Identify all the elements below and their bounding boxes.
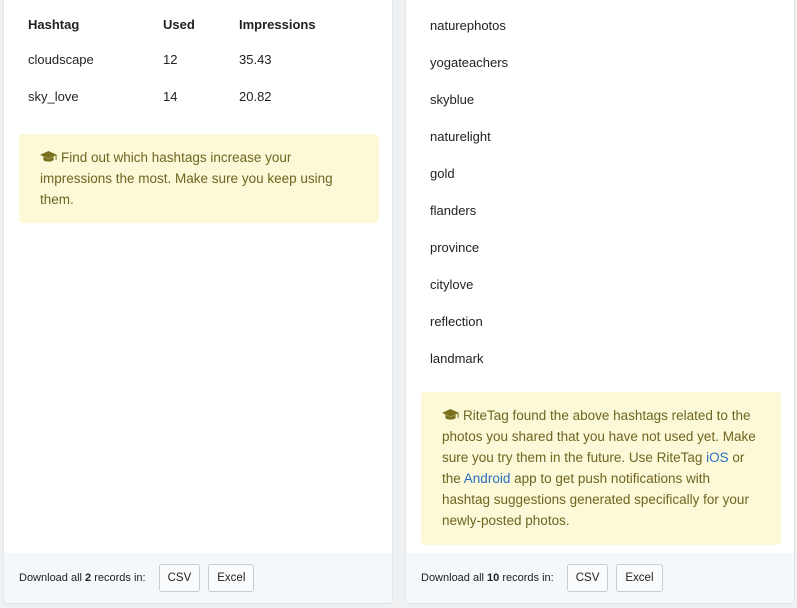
list-item: landmark [430,351,484,366]
cell-used: 14 [163,89,178,104]
cell-hashtag: cloudscape [28,52,94,67]
list-item: province [430,240,480,255]
list-item: naturelight [430,129,491,144]
cell-used: 12 [163,52,178,67]
download-suffix: records in: [502,572,554,584]
column-header-hashtag[interactable]: Hashtag [20,8,155,41]
list-item: naturephotos [430,18,506,33]
download-records-label: Download all 10 records in: [421,572,554,584]
csv-download-button[interactable]: CSV [566,564,609,592]
table-row: cloudscape 12 35.43 [20,41,341,78]
ios-app-link[interactable]: iOS [706,450,729,465]
list-item: flanders [430,203,477,218]
used-hashtags-panel: Hashtag Used Impressions cloudscape 12 3… [3,0,393,604]
list-item: yogateachers [430,55,509,70]
download-prefix: Download all [421,572,484,584]
list-item: reflection [430,314,483,329]
cell-impressions: 35.43 [239,52,272,67]
download-suffix: records in: [94,572,146,584]
cell-impressions: 20.82 [239,89,272,104]
record-count: 2 [85,572,92,584]
impressions-tip: Find out which hashtags increase your im… [19,134,379,223]
graduation-cap-icon [442,409,459,420]
left-download-footer: Download all 2 records in: CSV Excel [4,553,392,603]
record-count: 10 [487,572,500,584]
column-header-used[interactable]: Used [155,8,231,41]
right-download-footer: Download all 10 records in: CSV Excel [406,553,794,603]
csv-download-button[interactable]: CSV [158,564,201,592]
table-header-row: Hashtag Used Impressions [20,8,341,41]
android-app-link[interactable]: Android [464,471,511,486]
download-prefix: Download all [19,572,82,584]
column-header-impressions[interactable]: Impressions [231,8,341,41]
excel-download-button[interactable]: Excel [208,564,255,592]
used-hashtags-table: Hashtag Used Impressions cloudscape 12 3… [20,8,341,115]
suggested-hashtags-list: naturephotos yogateachers skyblue nature… [430,7,508,377]
download-records-label: Download all 2 records in: [19,572,146,584]
table-row: sky_love 14 20.82 [20,78,341,115]
suggested-hashtags-panel: naturephotos yogateachers skyblue nature… [405,0,795,604]
excel-download-button[interactable]: Excel [616,564,663,592]
ritetag-tip: RiteTag found the above hashtags related… [421,392,781,545]
list-item: citylove [430,277,474,292]
graduation-cap-icon [40,151,57,162]
list-item: gold [430,166,455,181]
impressions-tip-text: Find out which hashtags increase your im… [40,150,333,207]
list-item: skyblue [430,92,475,107]
cell-hashtag: sky_love [28,89,79,104]
